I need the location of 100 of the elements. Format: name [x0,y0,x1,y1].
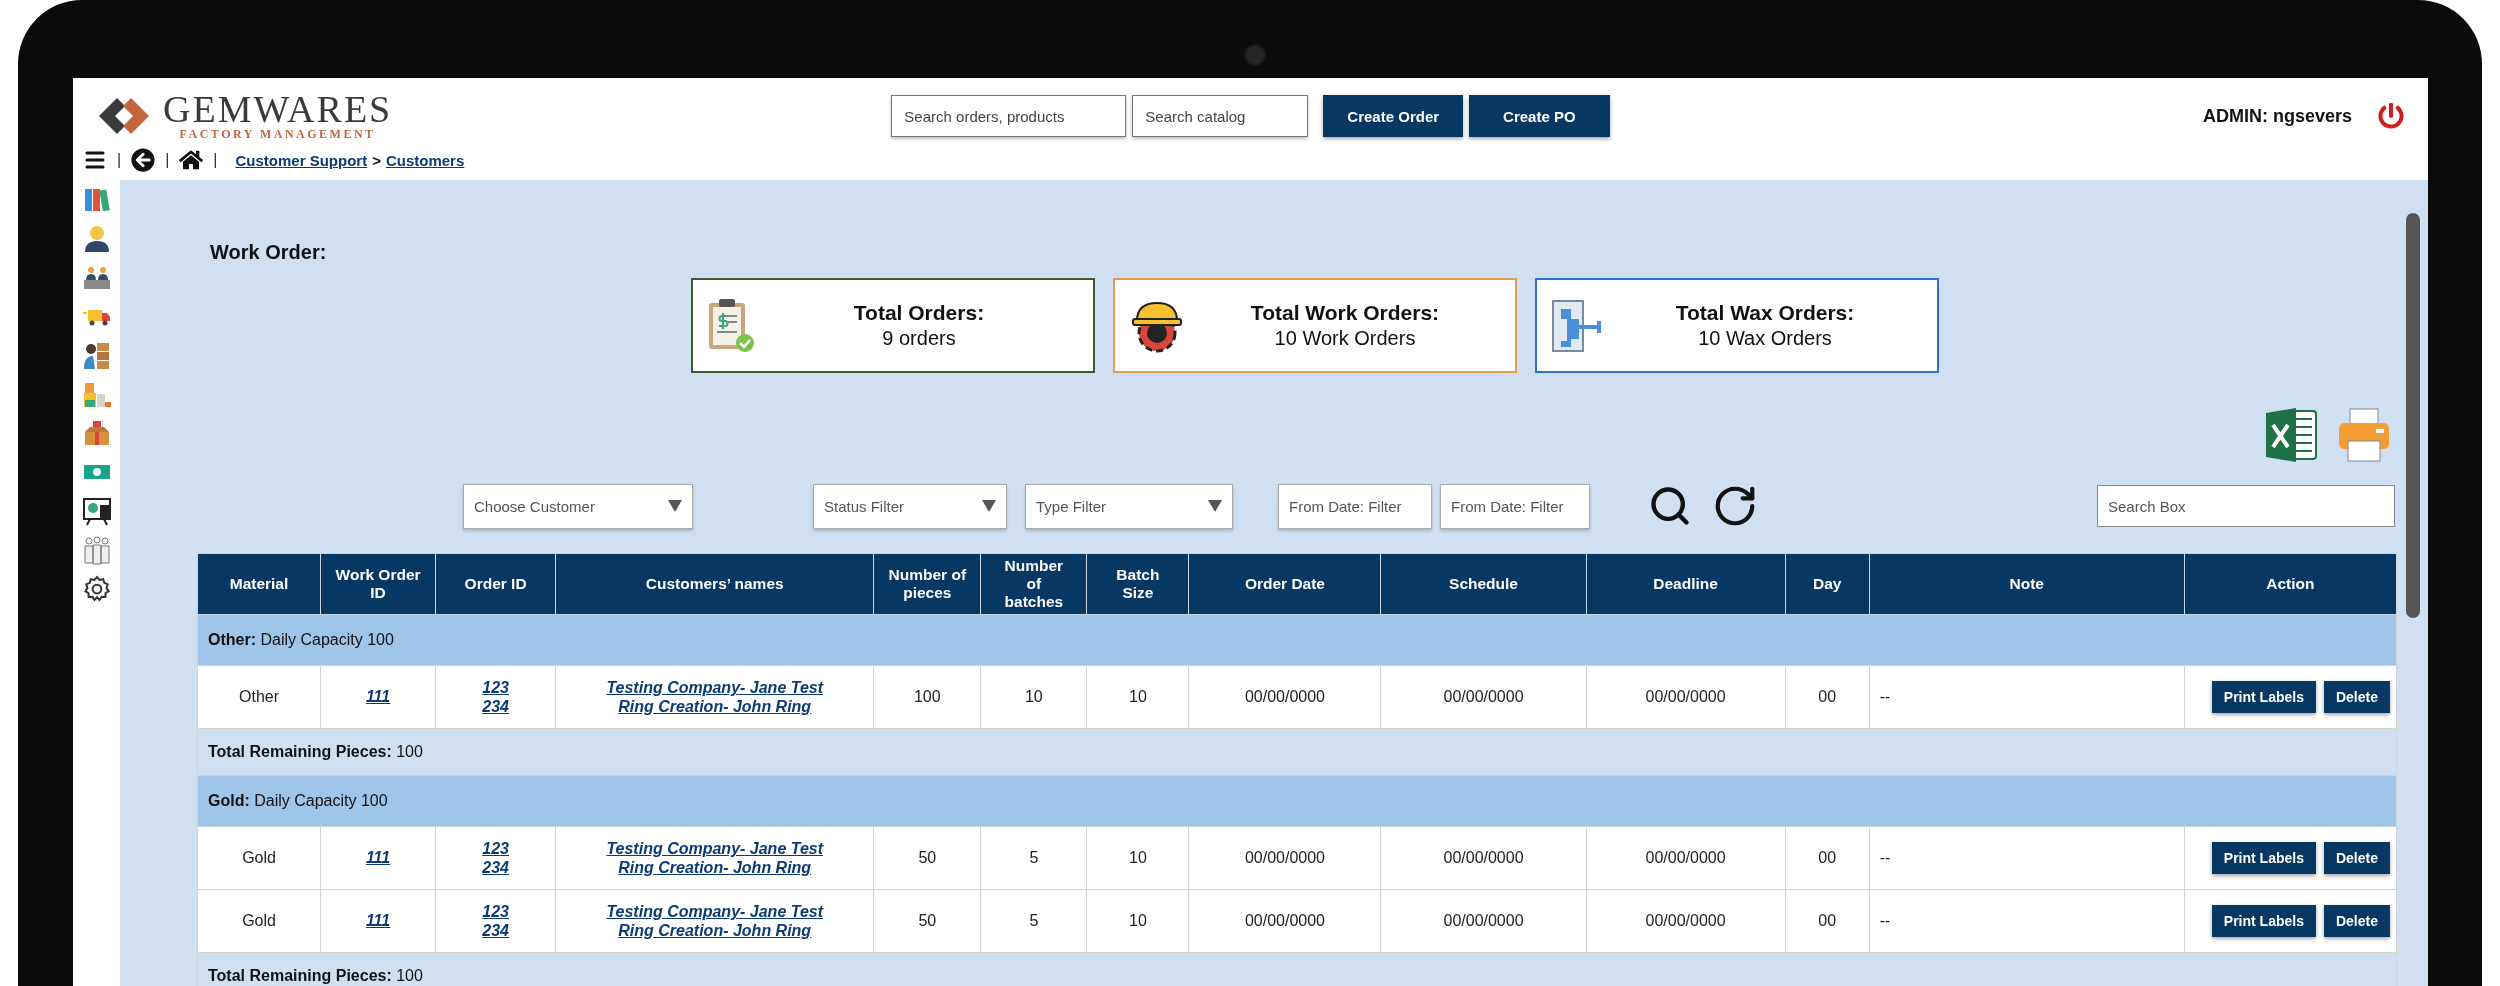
card-value: 10 Wax Orders [1698,327,1832,350]
order-link[interactable]: 234 [482,697,509,716]
power-icon[interactable] [2378,103,2404,129]
delete-button[interactable]: Delete [2323,681,2390,713]
column-header: Schedule [1381,553,1587,615]
table-cell: 00/00/0000 [1586,665,1786,729]
settings-icon [81,574,112,604]
logo-tagline: FACTORY MANAGEMENT [179,126,376,142]
table-cell: 5 [980,889,1087,953]
column-header: Note [1869,553,2185,615]
customer-link[interactable]: Ring Creation- John Ring [618,858,812,877]
column-header: Number of pieces [873,553,981,615]
caret-icon [982,500,996,512]
table-cell: Gold [197,826,321,890]
customer-link[interactable]: Ring Creation- John Ring [618,921,812,940]
spreadsheet-icon[interactable] [2264,405,2320,465]
table-cell: -- [1869,826,2185,890]
table-cell: 50 [873,826,981,890]
dropdown[interactable]: Type Filter [1025,483,1233,529]
card-title: Total Wax Orders: [1675,301,1855,325]
table-cell: 00/00/0000 [1381,826,1587,890]
customer-link[interactable]: Testing Company- Jane Test [606,839,824,858]
logo-name: GEMWARES [163,90,393,127]
column-header: Material [197,553,321,615]
table-cell: 50 [873,889,981,953]
table-cell: 00 [1785,889,1870,953]
table-cell: 00 [1785,665,1870,729]
card-title: Total Orders: [853,301,985,325]
search-field[interactable]: Search Box [2097,485,2395,527]
card-value: 9 orders [882,327,956,350]
caret-icon [1208,500,1222,512]
table-cell: 00/00/0000 [1381,889,1587,953]
table-cell: 10 [1086,665,1189,729]
work-order-link[interactable]: 111 [365,688,391,705]
back-icon[interactable] [131,148,156,172]
table-cell: 00/00/0000 [1381,665,1587,729]
group-header: Gold: Daily Capacity 100 [197,775,2397,827]
table-cell: 00/00/0000 [1586,826,1786,890]
table-cell: -- [1869,665,2185,729]
search-field[interactable]: Search orders, products [891,95,1127,137]
column-header: Number of batches [980,553,1087,615]
table-cell: 00/00/0000 [1188,826,1381,890]
customer-link[interactable]: Testing Company- Jane Test [606,902,824,921]
home-icon[interactable] [179,148,204,172]
breadcrumb-link[interactable]: Customers [385,151,465,169]
date-field[interactable]: From Date: Filter [1278,483,1432,529]
breadcrumb-link[interactable]: Customer Support [235,151,368,169]
table-cell: 5 [980,826,1087,890]
table-cell: 10 [980,665,1087,729]
card-value: 10 Work Orders [1274,327,1416,350]
print-labels-button[interactable]: Print Labels [2211,905,2316,937]
column-header: Day [1785,553,1870,615]
table-cell: -- [1869,889,2185,953]
table-cell: 100 [873,665,981,729]
table-cell: 00 [1785,826,1870,890]
table-cell: 00/00/0000 [1188,665,1381,729]
order-link[interactable]: 234 [482,858,509,877]
search-field[interactable]: Search catalog [1132,95,1309,137]
page-title: Work Order: [210,241,328,264]
total-row: Total Remaining Pieces: 100 [197,952,2397,986]
order-link[interactable]: 123 [482,902,509,921]
delete-button[interactable]: Delete [2323,905,2390,937]
separator: | [213,151,218,169]
table-cell: 10 [1086,889,1189,953]
dropdown[interactable]: Status Filter [813,483,1007,529]
presentation-board-icon [81,496,112,526]
column-header: Customers’ names [555,553,874,615]
create-button[interactable]: Create Order [1323,95,1464,137]
table-cell: 00/00/0000 [1586,889,1786,953]
scrollbar[interactable] [2406,213,2420,618]
dropdown[interactable]: Choose Customer [463,483,693,529]
delivery-person-icon [81,340,112,370]
work-order-link[interactable]: 111 [365,912,391,929]
breadcrumb-separator: > [372,151,381,169]
separator: | [117,151,122,169]
column-header: Work Order ID [320,553,436,615]
column-header: Action [2184,553,2397,615]
table-cell: Other [197,665,321,729]
table-cell: 00/00/0000 [1188,889,1381,953]
column-header: Order ID [435,553,556,615]
print-labels-button[interactable]: Print Labels [2211,681,2316,713]
create-button[interactable]: Create PO [1469,95,1610,137]
separator: | [165,151,170,169]
order-link[interactable]: 123 [482,839,509,858]
order-link[interactable]: 123 [482,678,509,697]
order-link[interactable]: 234 [482,921,509,940]
date-field[interactable]: From Date: Filter [1440,483,1590,529]
delete-button[interactable]: Delete [2323,842,2390,874]
print-labels-button[interactable]: Print Labels [2211,842,2316,874]
column-header: Order Date [1188,553,1381,615]
table-cell: Gold [197,889,321,953]
column-header: Deadline [1586,553,1786,615]
total-row: Total Remaining Pieces: 100 [197,728,2397,776]
group-header: Other: Daily Capacity 100 [197,614,2397,666]
work-order-link[interactable]: 111 [365,849,391,866]
card-title: Total Work Orders: [1250,301,1440,325]
customer-link[interactable]: Testing Company- Jane Test [606,678,824,697]
search-button[interactable] [1648,484,1692,528]
caret-icon [668,500,682,512]
customer-link[interactable]: Ring Creation- John Ring [618,697,812,716]
